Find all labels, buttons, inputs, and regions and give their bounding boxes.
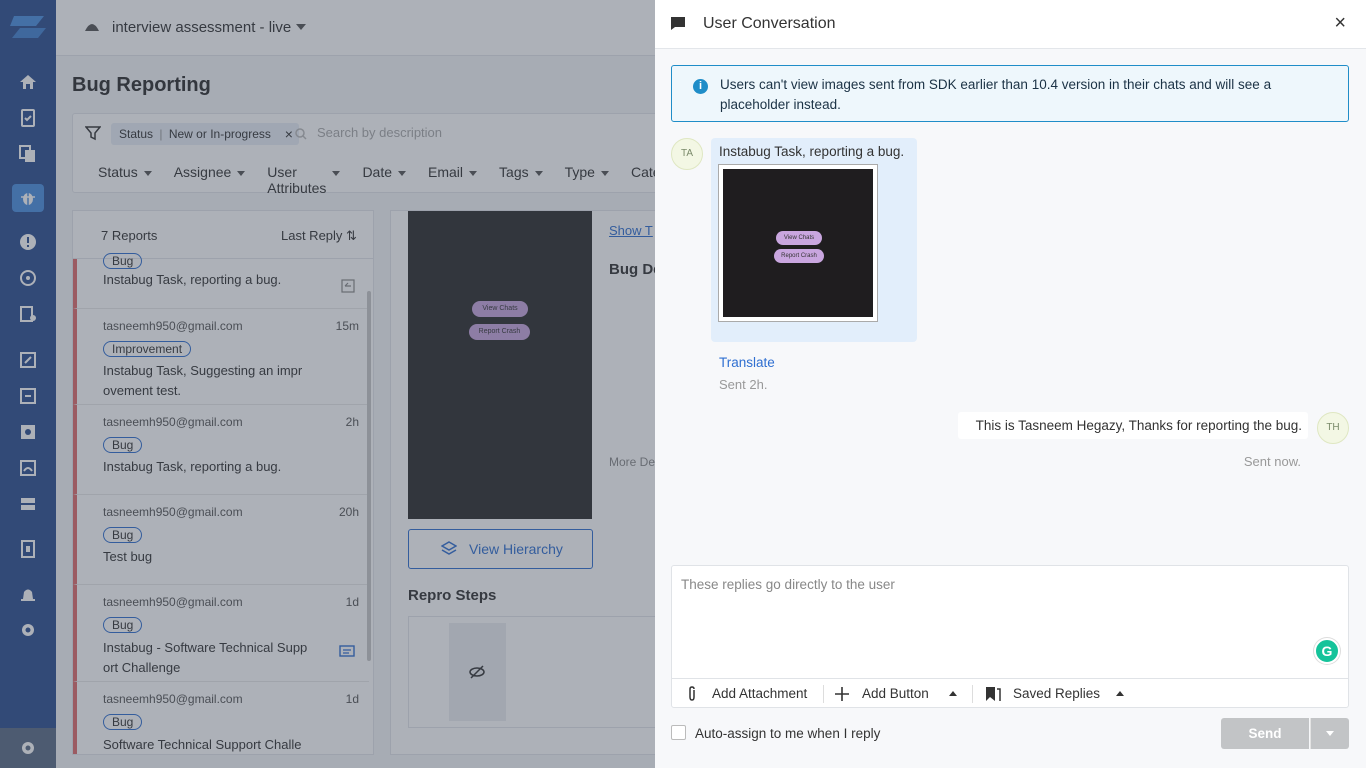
paperclip-icon [689,686,695,701]
add-attachment-button[interactable]: Add Attachment [686,679,816,709]
auto-assign-label: Auto-assign to me when I reply [695,726,881,741]
panel-header: User Conversation × [655,0,1366,49]
user-conversation-panel: User Conversation × i Users can't view i… [655,0,1366,768]
chat-bubble-icon [671,17,685,30]
reply-composer[interactable]: These replies go directly to the user G … [671,565,1349,708]
add-button-button[interactable]: Add Button [834,679,964,709]
plus-icon [835,687,849,701]
image-preview: View Chats Report Crash [723,169,873,317]
close-icon[interactable]: × [1334,12,1346,35]
avatar: TA [671,138,703,170]
divider [823,685,824,703]
notice-text: Users can't view images sent from SDK ea… [720,77,1272,112]
add-button-label: Add Button [862,686,929,701]
saved-replies-button[interactable]: Saved Replies [985,679,1135,709]
outgoing-message: This is Tasneem Hegazy, Thanks for repor… [958,412,1308,439]
send-button[interactable]: Send [1221,718,1309,749]
image-view-chats-pill: View Chats [776,231,822,245]
message-text: Instabug Task, reporting a bug. [719,144,905,159]
incoming-message: Instabug Task, reporting a bug. View Cha… [711,138,917,342]
attached-image[interactable]: View Chats Report Crash [718,164,878,322]
translate-link[interactable]: Translate [719,355,775,370]
sent-time: Sent 2h. [719,377,768,392]
send-options-dropdown[interactable] [1310,718,1349,749]
modal-backdrop[interactable] [0,0,655,768]
chevron-up-icon [949,691,957,696]
grammarly-icon[interactable]: G [1314,638,1340,664]
add-attachment-label: Add Attachment [712,686,808,701]
message-text: This is Tasneem Hegazy, Thanks for repor… [975,418,1302,433]
divider [972,685,973,703]
saved-replies-label: Saved Replies [1013,686,1101,701]
composer-toolbar: Add Attachment Add Button Saved Replies [672,678,1348,708]
chevron-up-icon [1116,691,1124,696]
auto-assign-checkbox[interactable] [671,725,686,740]
app: interview assessment - live Bug Reportin… [0,0,1366,768]
bookmark-icon [986,687,1001,701]
info-icon: i [693,79,708,94]
avatar: TH [1317,412,1349,444]
sent-time: Sent now. [1243,454,1301,469]
reply-input[interactable]: These replies go directly to the user [681,577,895,592]
image-report-crash-pill: Report Crash [774,249,824,263]
info-notice: i Users can't view images sent from SDK … [671,65,1349,122]
panel-title: User Conversation [703,15,836,32]
